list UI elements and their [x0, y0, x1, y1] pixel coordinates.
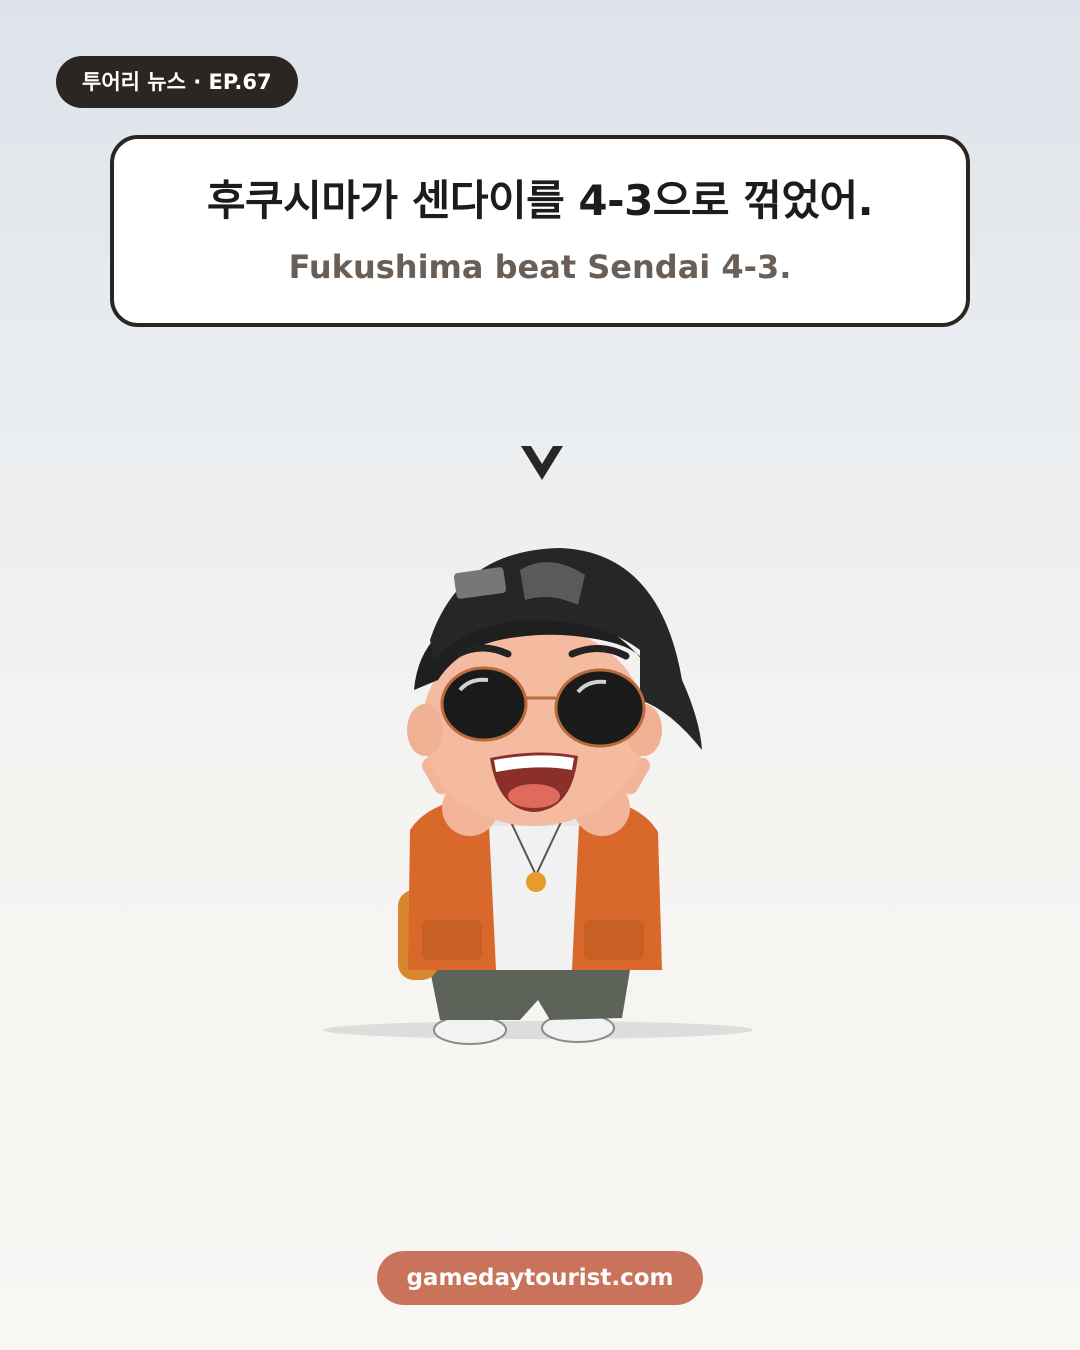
- mascot-illustration: [323, 548, 753, 1045]
- ground-shadow: [323, 1021, 753, 1039]
- episode-badge: 투어리 뉴스 · EP.67: [56, 56, 298, 108]
- website-link[interactable]: gamedaytourist.com: [377, 1251, 703, 1305]
- chevron-down-icon: [521, 446, 563, 480]
- headline-english: Fukushima beat Sendai 4-3.: [288, 248, 792, 286]
- headline-korean: 후쿠시마가 센다이를 4-3으로 꺾었어.: [206, 176, 874, 225]
- headline-card: 후쿠시마가 센다이를 4-3으로 꺾었어. Fukushima beat Sen…: [110, 135, 970, 327]
